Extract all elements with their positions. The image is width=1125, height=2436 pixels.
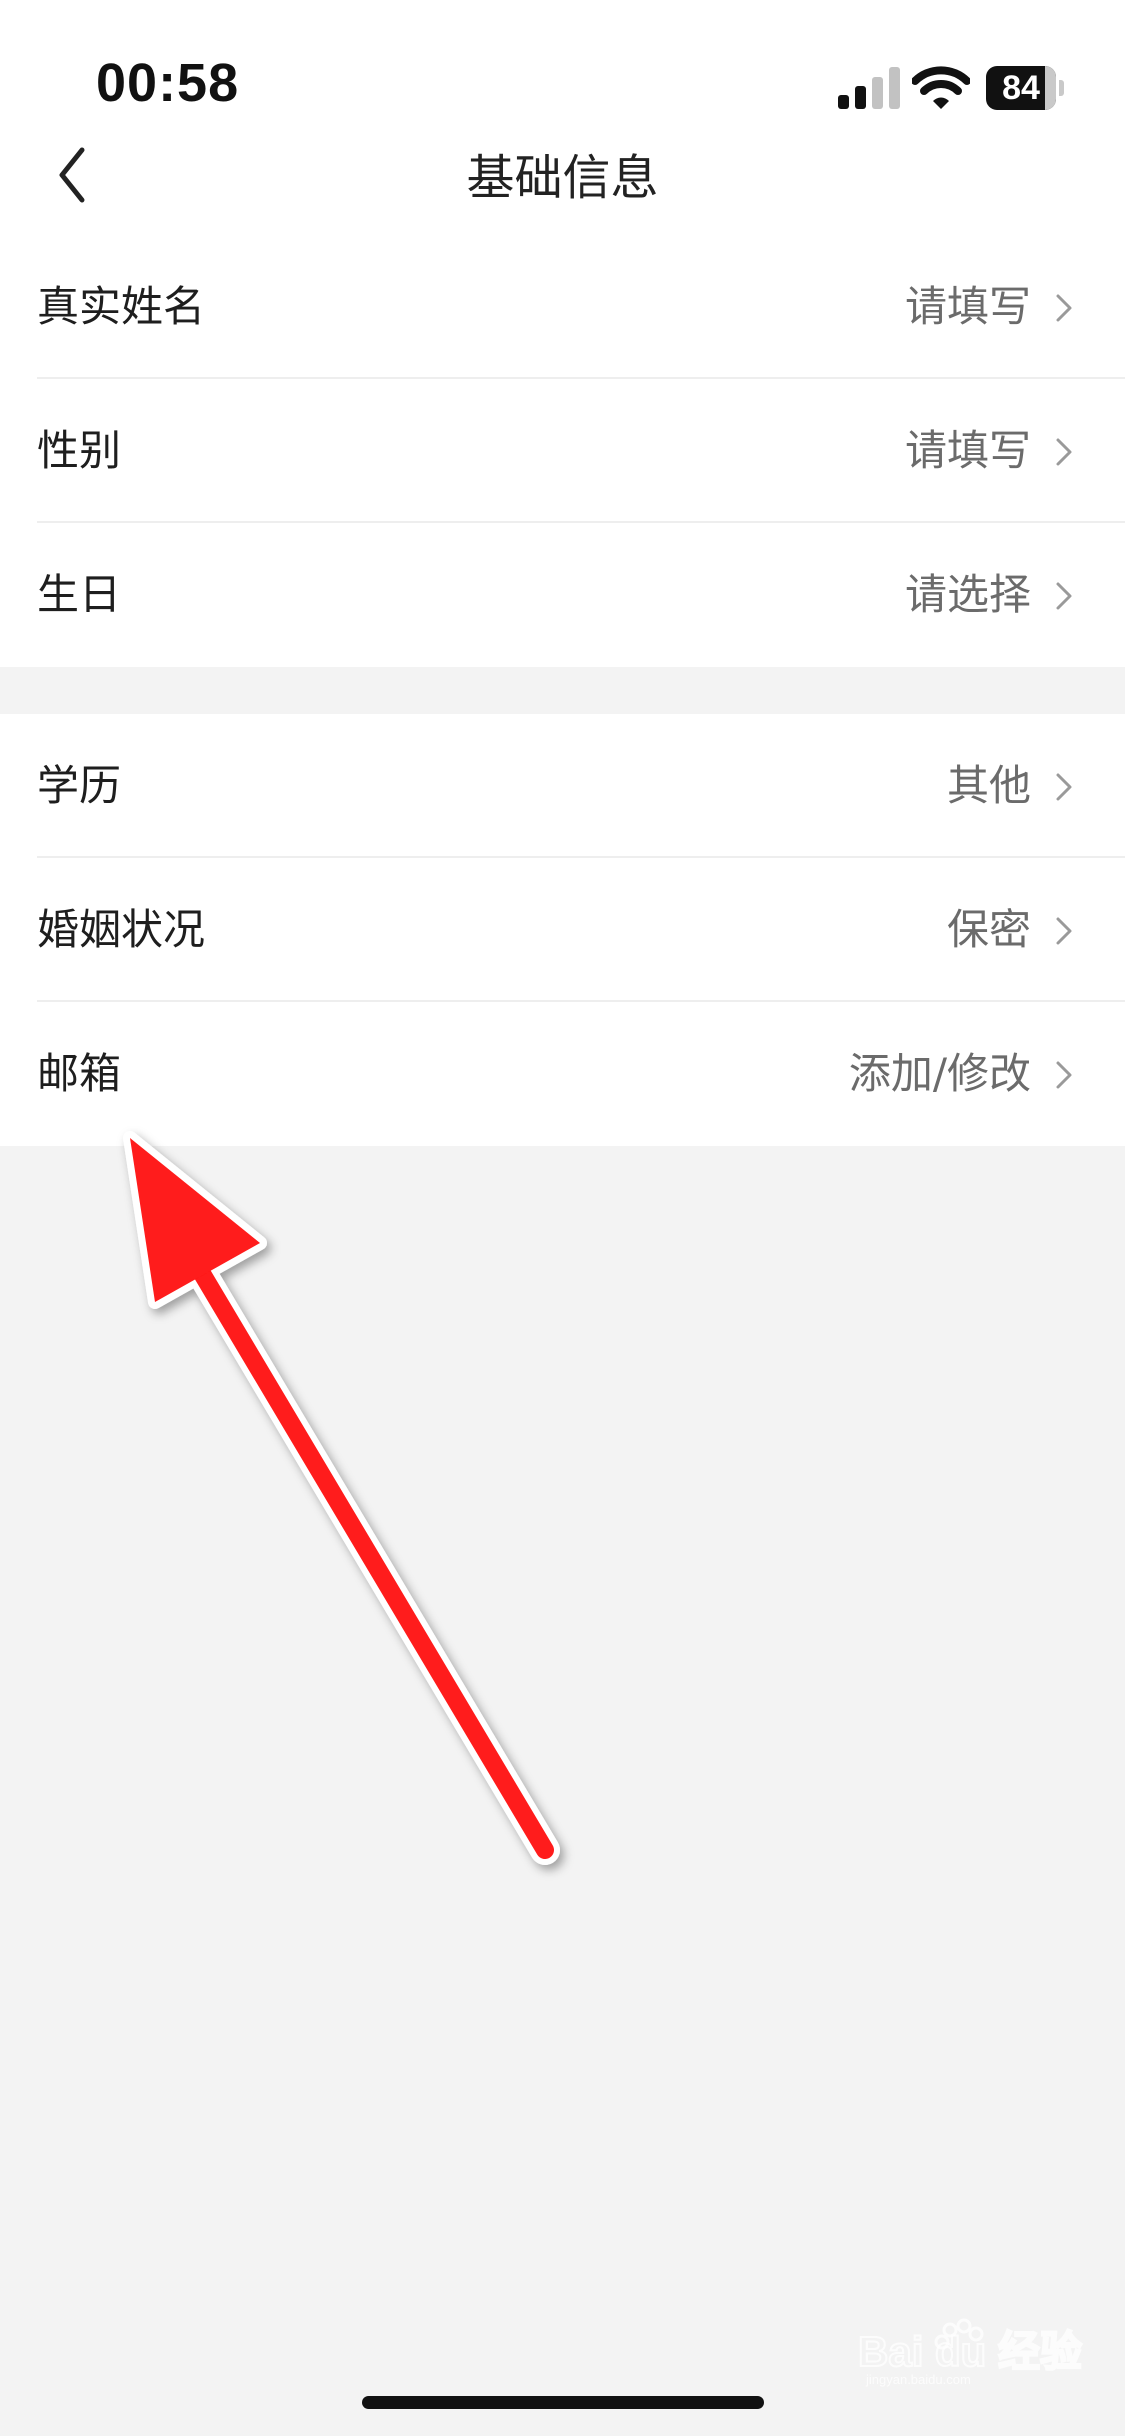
header-area: 00:58 84 基础信息 xyxy=(0,0,1125,235)
row-birthday[interactable]: 生日 请选择 xyxy=(0,523,1125,667)
extra-info-group: 学历 其他 婚姻状况 保密 邮箱 添加/修改 xyxy=(0,714,1125,1146)
row-value: 其他 xyxy=(946,761,1031,810)
chevron-right-icon xyxy=(1056,438,1072,466)
baidu-jingyan-watermark: Bai du 经验 jingyan.baidu.com xyxy=(858,2318,1083,2387)
battery-tip xyxy=(1059,80,1064,96)
home-indicator[interactable] xyxy=(362,2396,764,2409)
row-value: 请选择 xyxy=(904,570,1031,619)
battery-icon: 84 xyxy=(986,66,1064,110)
row-education[interactable]: 学历 其他 xyxy=(0,714,1125,858)
watermark-brand: Bai du 经验 xyxy=(858,2328,1082,2375)
battery-body: 84 xyxy=(986,66,1056,110)
row-value: 添加/修改 xyxy=(848,1049,1031,1098)
row-marital-status[interactable]: 婚姻状况 保密 xyxy=(0,858,1125,1002)
chevron-right-icon xyxy=(1056,1061,1072,1089)
row-label: 邮箱 xyxy=(37,1049,122,1098)
chevron-right-icon xyxy=(1056,294,1072,322)
row-value: 保密 xyxy=(946,905,1031,954)
watermark-sub: jingyan.baidu.com xyxy=(865,2372,971,2387)
row-label: 真实姓名 xyxy=(37,282,206,331)
row-gender[interactable]: 性别 请填写 xyxy=(0,379,1125,523)
battery-percent: 84 xyxy=(1002,69,1040,107)
row-label: 生日 xyxy=(37,570,122,619)
row-real-name[interactable]: 真实姓名 请填写 xyxy=(0,235,1125,379)
page-title: 基础信息 xyxy=(466,150,659,206)
status-time: 00:58 xyxy=(96,53,240,113)
chevron-right-icon xyxy=(1056,917,1072,945)
row-label: 学历 xyxy=(37,761,122,810)
row-email[interactable]: 邮箱 添加/修改 xyxy=(0,1002,1125,1146)
wifi-icon xyxy=(912,66,970,109)
chevron-right-icon xyxy=(1056,582,1072,610)
row-label: 性别 xyxy=(37,426,122,475)
basic-info-group: 真实姓名 请填写 性别 请填写 生日 请选择 xyxy=(0,235,1125,667)
cellular-signal-icon xyxy=(838,67,900,109)
row-label: 婚姻状况 xyxy=(37,905,206,954)
row-value: 请填写 xyxy=(904,282,1031,331)
chevron-right-icon xyxy=(1056,773,1072,801)
row-value: 请填写 xyxy=(904,426,1031,475)
